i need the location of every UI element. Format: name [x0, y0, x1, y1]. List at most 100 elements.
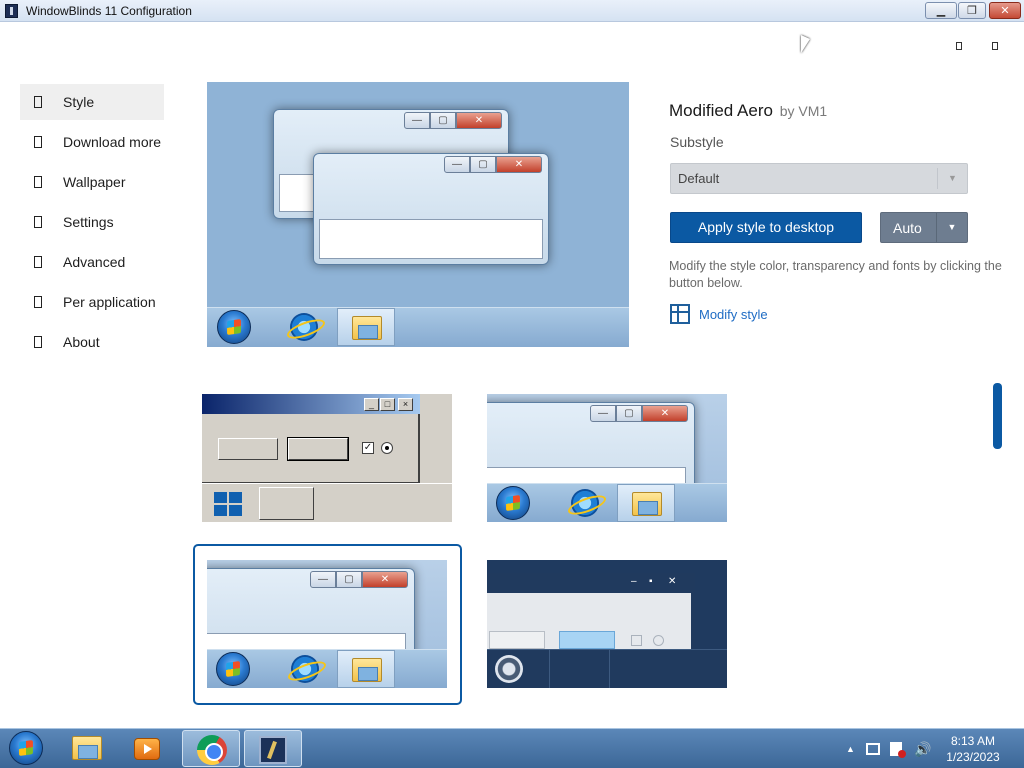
start-orb-icon: [217, 310, 251, 344]
style-thumbnail-aero-selected[interactable]: — ▢ ✕: [207, 560, 447, 688]
window-title: WindowBlinds 11 Configuration: [26, 4, 192, 18]
thumbnail-taskbar-slot: [337, 650, 395, 688]
modify-description: Modify the style color, transparency and…: [669, 259, 1002, 290]
preview-caption-buttons: — ▢ ✕: [444, 156, 542, 173]
chevron-down-icon[interactable]: ▼: [936, 213, 967, 242]
chrome-icon: [197, 735, 227, 765]
style-name: Modified Aero: [669, 101, 773, 120]
mouse-cursor-icon: [801, 35, 810, 53]
internet-explorer-icon: [290, 313, 318, 341]
minimize-icon: –: [631, 576, 637, 587]
maximize-icon: ▪: [649, 576, 653, 587]
thumbnail-button: [489, 631, 545, 649]
auto-label: Auto: [893, 220, 922, 236]
maximize-icon: ▢: [430, 112, 456, 129]
network-icon: [866, 743, 880, 755]
nav-item-download-more[interactable]: Download more: [20, 124, 170, 160]
minimize-button[interactable]: ▁: [925, 2, 957, 19]
thumbnail-taskbar-slot: [617, 484, 675, 522]
restore-icon: ❐: [967, 5, 977, 17]
close-icon: ✕: [496, 156, 542, 173]
preview-taskbar: [207, 307, 629, 347]
substyle-dropdown[interactable]: Default ▼: [670, 163, 968, 194]
taskbar-item-chrome[interactable]: [182, 730, 240, 767]
minimize-icon: —: [310, 571, 336, 588]
modify-style-label: Modify style: [699, 306, 768, 322]
style-thumbnail-dark[interactable]: – ▪ ✕: [487, 560, 727, 688]
title-bar[interactable]: WindowBlinds 11 Configuration ▁ ❐ ✕: [0, 0, 1024, 22]
maximize-button[interactable]: ❐: [958, 2, 986, 19]
about-icon: [34, 336, 42, 348]
start-button-icon[interactable]: [9, 731, 43, 765]
nav-item-label: Settings: [63, 214, 114, 230]
desktop-taskbar: ▲ 🔊 8:13 AM 1/23/2023: [0, 728, 1024, 768]
thumbnail-taskbar: [487, 649, 727, 688]
folder-icon: [72, 736, 102, 760]
thumbnail-task-button: [259, 487, 314, 520]
advanced-icon: [34, 256, 42, 268]
taskbar-item-windowblinds[interactable]: [244, 730, 302, 767]
close-icon: ✕: [1000, 5, 1010, 17]
network-icon[interactable]: [866, 729, 882, 768]
close-icon: ✕: [456, 112, 502, 129]
taskbar-item-explorer[interactable]: [58, 730, 116, 767]
taskbar-clock[interactable]: 8:13 AM 1/23/2023: [940, 733, 1006, 765]
modify-style-link[interactable]: Modify style: [670, 304, 768, 324]
thumbnail-caption-buttons: — ▢ ✕: [310, 571, 408, 588]
close-icon: ×: [398, 398, 413, 411]
style-thumbnail-classic[interactable]: _ □ × ✓: [202, 394, 452, 522]
style-icon: [34, 96, 42, 108]
minimize-icon: ▁: [936, 5, 946, 17]
thumbnail-button: [218, 438, 278, 460]
minimize-icon: —: [404, 112, 430, 129]
action-center-icon[interactable]: [890, 729, 906, 768]
nav-item-settings[interactable]: Settings: [20, 204, 170, 240]
maximize-icon: ▢: [336, 571, 362, 588]
preview-taskbar-slot: [337, 308, 395, 346]
show-hidden-icons-icon[interactable]: ▲: [846, 729, 855, 768]
auto-split-button[interactable]: Auto ▼: [880, 212, 968, 243]
apply-style-button[interactable]: Apply style to desktop: [670, 212, 862, 243]
style-thumbnail-aero[interactable]: — ▢ ✕: [487, 394, 727, 522]
thumbnail-button: [559, 631, 615, 649]
nav-item-label: Advanced: [63, 254, 126, 270]
folder-icon: [632, 492, 662, 516]
radio-icon: [381, 442, 393, 454]
internet-explorer-icon: [571, 489, 599, 517]
substyle-value: Default: [678, 171, 720, 186]
minimize-icon: _: [364, 398, 379, 411]
thumbnail-caption-buttons: — ▢ ✕: [590, 405, 688, 422]
glyph-icon[interactable]: [992, 42, 998, 50]
start-orb-icon: [495, 655, 523, 683]
thumbnail-button: [287, 437, 349, 461]
nav-item-label: Style: [63, 94, 95, 110]
taskbar-item-media-player[interactable]: [118, 730, 176, 767]
nav-item-style[interactable]: Style: [20, 84, 164, 120]
settings-icon: [34, 216, 42, 228]
close-button[interactable]: ✕: [989, 2, 1021, 19]
nav-item-wallpaper[interactable]: Wallpaper: [20, 164, 170, 200]
folder-icon: [352, 316, 382, 340]
style-preview: — ▢ ✕ — ▢ ✕: [207, 82, 629, 347]
sidebar-nav: Style Download more Wallpaper Settings A…: [20, 84, 170, 364]
close-icon: ✕: [668, 576, 677, 587]
preview-caption-buttons: — ▢ ✕: [404, 112, 502, 129]
folder-icon: [352, 658, 382, 682]
clock-date: 1/23/2023: [946, 750, 1000, 764]
minimize-icon: —: [444, 156, 470, 173]
checkbox-icon: [631, 635, 642, 646]
thumbnail-taskbar: [202, 483, 452, 522]
clock-time: 8:13 AM: [950, 734, 996, 748]
media-player-icon: [134, 738, 160, 760]
glyph-icon[interactable]: [956, 42, 962, 50]
start-orb-icon: [496, 486, 530, 520]
nav-item-label: Download more: [63, 134, 162, 150]
nav-item-per-application[interactable]: Per application: [20, 284, 170, 320]
scrollbar-thumb[interactable]: [993, 383, 1002, 449]
maximize-icon: ▢: [470, 156, 496, 173]
style-title: Modified Aero by VM1: [669, 101, 827, 121]
volume-icon[interactable]: 🔊: [914, 729, 931, 768]
nav-item-about[interactable]: About: [20, 324, 170, 360]
nav-item-advanced[interactable]: Advanced: [20, 244, 170, 280]
windows-logo-icon: [214, 492, 242, 516]
